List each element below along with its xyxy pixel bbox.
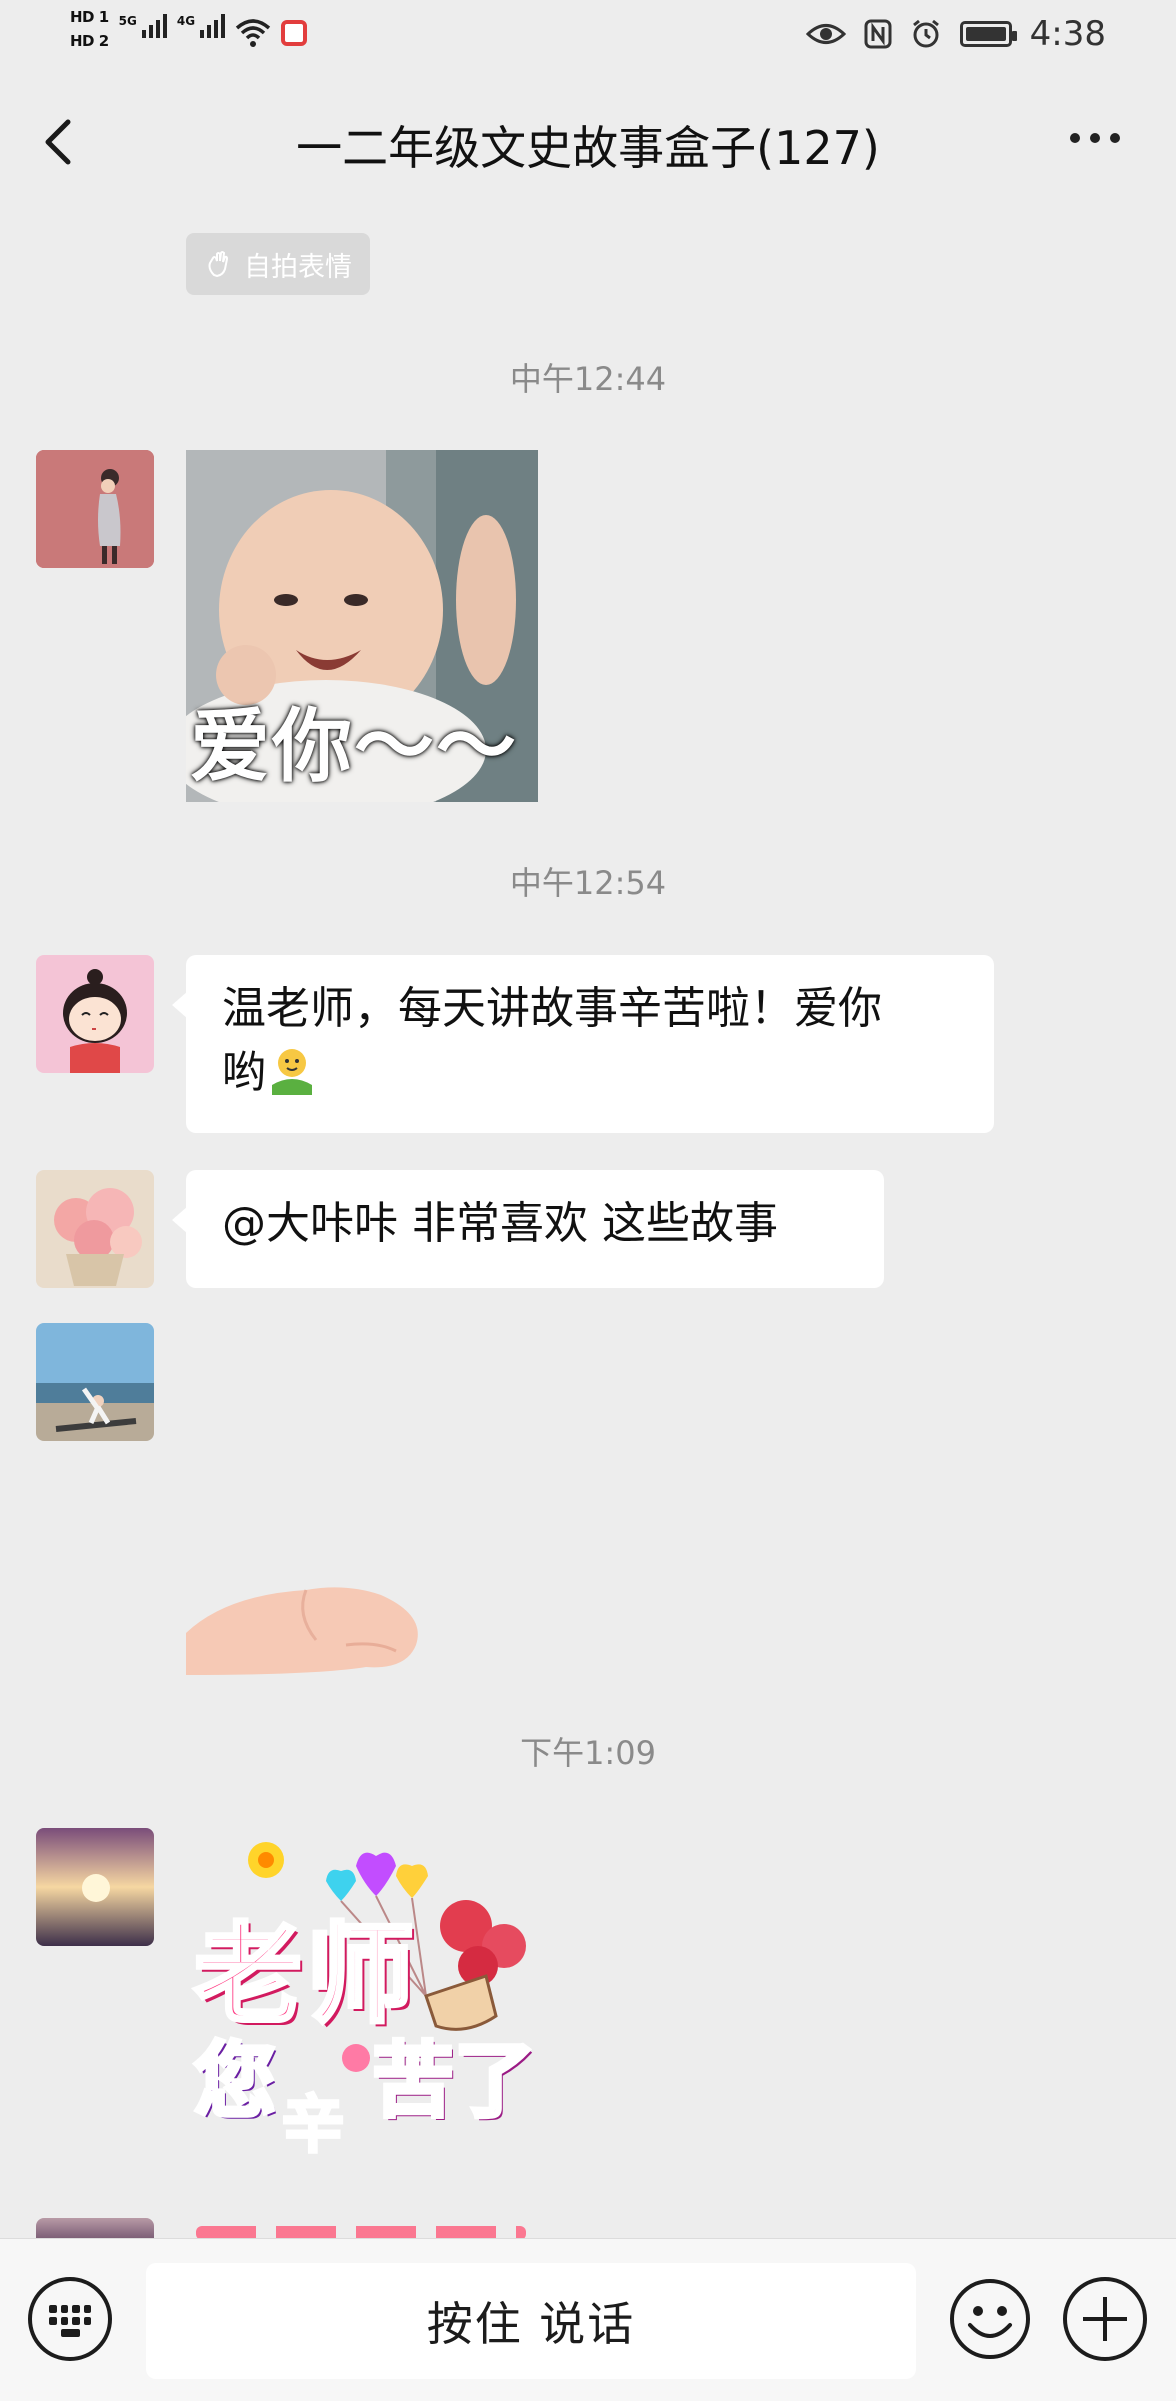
message-bubble[interactable]: 温老师，每天讲故事辛苦啦！爱你 哟	[172, 955, 994, 1133]
chip-label: 自拍表情	[244, 251, 352, 283]
sticker-text-line2: 您苦了	[192, 2014, 538, 2133]
hold-to-talk-button[interactable]: 按住 说话	[146, 2263, 916, 2379]
timestamp: 中午12:54	[509, 864, 667, 902]
signal-icon: 5G	[119, 14, 167, 38]
more-icon[interactable]	[1070, 126, 1130, 150]
hd1-indicator: HD 1	[70, 8, 109, 26]
teacher-thanks-sticker[interactable]: 老师 您苦了 辛	[186, 1836, 546, 2163]
chat-title: 一二年级文史故事盒子(127)	[296, 121, 880, 175]
sticker-text-xin: 辛	[280, 2087, 345, 2163]
message-text-line2: 哟	[222, 1047, 266, 1098]
hd2-indicator: HD 2	[70, 32, 109, 50]
keyboard-icon[interactable]	[28, 2277, 112, 2361]
status-time: 4:38	[1029, 14, 1106, 54]
sticker-caption: 爱你～～	[190, 700, 518, 793]
wifi-icon	[235, 19, 271, 47]
avatar[interactable]	[36, 450, 154, 568]
network-4g-label: 4G	[176, 14, 196, 28]
message-bubble[interactable]: @大咔咔 非常喜欢 这些故事	[172, 1170, 884, 1288]
signal-icon-2: 4G	[176, 14, 226, 38]
selfie-sticker-chip[interactable]: 自拍表情	[186, 233, 370, 295]
timestamp: 中午12:44	[509, 360, 667, 398]
chat-header: 一二年级文史故事盒子(127)	[0, 92, 1176, 192]
network-5g-label: 5G	[118, 14, 137, 28]
avatar[interactable]	[36, 1323, 154, 1441]
status-bar: HD 1 HD 2 5G 4G 4:38	[0, 0, 1176, 72]
battery-icon	[959, 21, 1017, 47]
hand-wave-icon	[208, 251, 229, 278]
status-right: 4:38	[805, 14, 1106, 54]
sticker-text-kule: 苦了	[370, 2032, 538, 2131]
message-text: @大咔咔 非常喜欢 这些故事	[222, 1198, 778, 1249]
avatar-partial	[36, 2218, 154, 2238]
emoji-icon[interactable]	[948, 2277, 1032, 2361]
timestamp: 下午1:09	[520, 1734, 656, 1772]
sticker-text-nin: 您	[192, 2032, 278, 2131]
plus-icon[interactable]	[1063, 2277, 1147, 2361]
message-text: 温老师，每天讲故事辛苦啦！爱你	[222, 983, 882, 1034]
hug-emoji-icon	[272, 1049, 312, 1095]
baby-sticker[interactable]: 爱你～～	[186, 450, 538, 802]
hand-sticker[interactable]	[186, 1555, 426, 1675]
alarm-icon	[912, 19, 939, 48]
avatar[interactable]	[36, 1828, 154, 1946]
input-bar: 按住 说话	[0, 2238, 1176, 2401]
avatar[interactable]	[36, 955, 154, 1073]
app-notification-icon	[281, 20, 308, 46]
eye-icon	[805, 24, 846, 44]
status-left: HD 1 HD 2 5G 4G	[70, 8, 308, 50]
nfc-icon	[864, 19, 892, 49]
avatar[interactable]	[36, 1170, 154, 1288]
